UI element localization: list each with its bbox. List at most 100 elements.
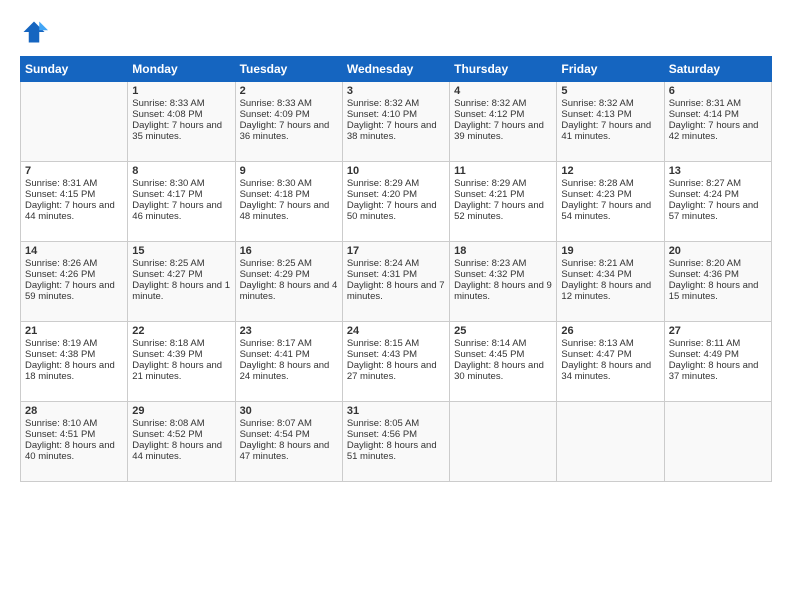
calendar-cell: 20Sunrise: 8:20 AMSunset: 4:36 PMDayligh…	[664, 242, 771, 322]
day-number: 14	[25, 245, 123, 257]
daylight-text: Daylight: 8 hours and 9 minutes.	[454, 280, 552, 302]
calendar-cell: 7Sunrise: 8:31 AMSunset: 4:15 PMDaylight…	[21, 162, 128, 242]
calendar-cell: 11Sunrise: 8:29 AMSunset: 4:21 PMDayligh…	[450, 162, 557, 242]
day-header-friday: Friday	[557, 57, 664, 82]
sunrise-text: Sunrise: 8:32 AM	[561, 98, 659, 109]
sunset-text: Sunset: 4:20 PM	[347, 189, 445, 200]
daylight-text: Daylight: 7 hours and 46 minutes.	[132, 200, 230, 222]
day-number: 16	[240, 245, 338, 257]
logo	[20, 18, 52, 46]
sunrise-text: Sunrise: 8:24 AM	[347, 258, 445, 269]
day-number: 10	[347, 165, 445, 177]
sunrise-text: Sunrise: 8:20 AM	[669, 258, 767, 269]
calendar-cell	[21, 82, 128, 162]
day-number: 5	[561, 85, 659, 97]
day-number: 31	[347, 405, 445, 417]
calendar-cell: 8Sunrise: 8:30 AMSunset: 4:17 PMDaylight…	[128, 162, 235, 242]
daylight-text: Daylight: 7 hours and 38 minutes.	[347, 120, 445, 142]
sunrise-text: Sunrise: 8:17 AM	[240, 338, 338, 349]
daylight-text: Daylight: 8 hours and 40 minutes.	[25, 440, 123, 462]
calendar-table: SundayMondayTuesdayWednesdayThursdayFrid…	[20, 56, 772, 482]
calendar-cell: 19Sunrise: 8:21 AMSunset: 4:34 PMDayligh…	[557, 242, 664, 322]
daylight-text: Daylight: 8 hours and 12 minutes.	[561, 280, 659, 302]
calendar-cell: 22Sunrise: 8:18 AMSunset: 4:39 PMDayligh…	[128, 322, 235, 402]
week-row-2: 14Sunrise: 8:26 AMSunset: 4:26 PMDayligh…	[21, 242, 772, 322]
day-number: 9	[240, 165, 338, 177]
sunrise-text: Sunrise: 8:32 AM	[347, 98, 445, 109]
calendar-cell: 2Sunrise: 8:33 AMSunset: 4:09 PMDaylight…	[235, 82, 342, 162]
daylight-text: Daylight: 7 hours and 44 minutes.	[25, 200, 123, 222]
day-number: 25	[454, 325, 552, 337]
sunset-text: Sunset: 4:10 PM	[347, 109, 445, 120]
sunset-text: Sunset: 4:31 PM	[347, 269, 445, 280]
day-number: 19	[561, 245, 659, 257]
calendar-cell: 25Sunrise: 8:14 AMSunset: 4:45 PMDayligh…	[450, 322, 557, 402]
sunrise-text: Sunrise: 8:31 AM	[25, 178, 123, 189]
day-number: 1	[132, 85, 230, 97]
calendar-cell: 21Sunrise: 8:19 AMSunset: 4:38 PMDayligh…	[21, 322, 128, 402]
calendar-cell: 9Sunrise: 8:30 AMSunset: 4:18 PMDaylight…	[235, 162, 342, 242]
daylight-text: Daylight: 8 hours and 24 minutes.	[240, 360, 338, 382]
sunset-text: Sunset: 4:08 PM	[132, 109, 230, 120]
sunrise-text: Sunrise: 8:10 AM	[25, 418, 123, 429]
day-number: 4	[454, 85, 552, 97]
sunset-text: Sunset: 4:13 PM	[561, 109, 659, 120]
day-number: 17	[347, 245, 445, 257]
calendar-cell: 27Sunrise: 8:11 AMSunset: 4:49 PMDayligh…	[664, 322, 771, 402]
daylight-text: Daylight: 7 hours and 52 minutes.	[454, 200, 552, 222]
day-number: 26	[561, 325, 659, 337]
day-number: 20	[669, 245, 767, 257]
calendar-cell: 31Sunrise: 8:05 AMSunset: 4:56 PMDayligh…	[342, 402, 449, 482]
daylight-text: Daylight: 7 hours and 59 minutes.	[25, 280, 123, 302]
sunrise-text: Sunrise: 8:05 AM	[347, 418, 445, 429]
daylight-text: Daylight: 8 hours and 44 minutes.	[132, 440, 230, 462]
day-number: 27	[669, 325, 767, 337]
sunset-text: Sunset: 4:27 PM	[132, 269, 230, 280]
calendar-cell: 1Sunrise: 8:33 AMSunset: 4:08 PMDaylight…	[128, 82, 235, 162]
sunrise-text: Sunrise: 8:30 AM	[132, 178, 230, 189]
calendar-cell: 29Sunrise: 8:08 AMSunset: 4:52 PMDayligh…	[128, 402, 235, 482]
sunset-text: Sunset: 4:52 PM	[132, 429, 230, 440]
sunrise-text: Sunrise: 8:14 AM	[454, 338, 552, 349]
day-header-thursday: Thursday	[450, 57, 557, 82]
sunset-text: Sunset: 4:51 PM	[25, 429, 123, 440]
sunset-text: Sunset: 4:21 PM	[454, 189, 552, 200]
daylight-text: Daylight: 8 hours and 51 minutes.	[347, 440, 445, 462]
sunrise-text: Sunrise: 8:29 AM	[347, 178, 445, 189]
sunrise-text: Sunrise: 8:07 AM	[240, 418, 338, 429]
sunrise-text: Sunrise: 8:15 AM	[347, 338, 445, 349]
daylight-text: Daylight: 7 hours and 35 minutes.	[132, 120, 230, 142]
calendar-cell: 3Sunrise: 8:32 AMSunset: 4:10 PMDaylight…	[342, 82, 449, 162]
daylight-text: Daylight: 7 hours and 48 minutes.	[240, 200, 338, 222]
daylight-text: Daylight: 8 hours and 21 minutes.	[132, 360, 230, 382]
day-number: 13	[669, 165, 767, 177]
sunset-text: Sunset: 4:49 PM	[669, 349, 767, 360]
sunset-text: Sunset: 4:18 PM	[240, 189, 338, 200]
daylight-text: Daylight: 8 hours and 34 minutes.	[561, 360, 659, 382]
daylight-text: Daylight: 7 hours and 39 minutes.	[454, 120, 552, 142]
calendar-cell	[557, 402, 664, 482]
week-row-3: 21Sunrise: 8:19 AMSunset: 4:38 PMDayligh…	[21, 322, 772, 402]
calendar-cell: 10Sunrise: 8:29 AMSunset: 4:20 PMDayligh…	[342, 162, 449, 242]
calendar-cell: 17Sunrise: 8:24 AMSunset: 4:31 PMDayligh…	[342, 242, 449, 322]
day-number: 3	[347, 85, 445, 97]
header-row: SundayMondayTuesdayWednesdayThursdayFrid…	[21, 57, 772, 82]
calendar-cell: 30Sunrise: 8:07 AMSunset: 4:54 PMDayligh…	[235, 402, 342, 482]
sunrise-text: Sunrise: 8:27 AM	[669, 178, 767, 189]
sunrise-text: Sunrise: 8:30 AM	[240, 178, 338, 189]
week-row-1: 7Sunrise: 8:31 AMSunset: 4:15 PMDaylight…	[21, 162, 772, 242]
day-number: 7	[25, 165, 123, 177]
sunrise-text: Sunrise: 8:21 AM	[561, 258, 659, 269]
sunset-text: Sunset: 4:47 PM	[561, 349, 659, 360]
sunset-text: Sunset: 4:56 PM	[347, 429, 445, 440]
daylight-text: Daylight: 8 hours and 47 minutes.	[240, 440, 338, 462]
day-header-sunday: Sunday	[21, 57, 128, 82]
sunrise-text: Sunrise: 8:25 AM	[132, 258, 230, 269]
sunrise-text: Sunrise: 8:26 AM	[25, 258, 123, 269]
sunset-text: Sunset: 4:38 PM	[25, 349, 123, 360]
day-number: 6	[669, 85, 767, 97]
daylight-text: Daylight: 7 hours and 57 minutes.	[669, 200, 767, 222]
sunset-text: Sunset: 4:09 PM	[240, 109, 338, 120]
daylight-text: Daylight: 7 hours and 36 minutes.	[240, 120, 338, 142]
sunrise-text: Sunrise: 8:29 AM	[454, 178, 552, 189]
